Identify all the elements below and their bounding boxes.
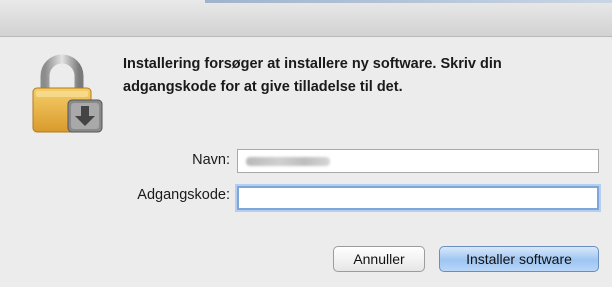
name-label: Navn: xyxy=(192,152,230,168)
redacted-username xyxy=(246,157,330,166)
dialog-message: Installering forsøger at installere ny s… xyxy=(123,56,502,95)
password-label: Adgangskode: xyxy=(137,187,230,203)
title-bar-highlight xyxy=(205,0,612,3)
install-software-button[interactable]: Installer software xyxy=(439,246,599,272)
password-field[interactable] xyxy=(237,186,599,210)
cancel-button[interactable]: Annuller xyxy=(333,246,425,272)
window-title-bar xyxy=(0,0,612,37)
name-field[interactable] xyxy=(237,149,599,173)
lock-icon xyxy=(32,54,103,133)
install-badge-icon xyxy=(67,99,103,133)
